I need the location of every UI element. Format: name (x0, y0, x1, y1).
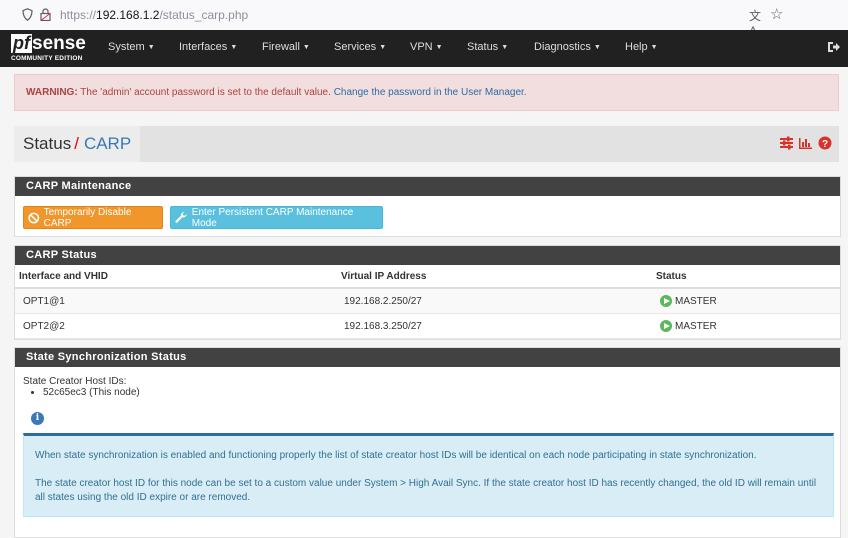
url-path: /status_carp.php (159, 8, 249, 22)
caret-down-icon: ▼ (435, 44, 443, 51)
info-paragraph-1: When state synchronization is enabled an… (35, 450, 757, 461)
pfsense-logo[interactable]: pf sense COMMUNITY EDITION (11, 34, 86, 62)
persistent-maintenance-label: Enter Persistent CARP Maintenance Mode (191, 206, 354, 229)
menu-status[interactable]: Status ▼ (467, 41, 508, 53)
breadcrumb-separator: / (74, 134, 79, 153)
breadcrumb-bar: Status / CARP ? (14, 126, 839, 162)
state-sync-title: State Synchronization Status (15, 348, 840, 367)
caret-down-icon: ▼ (230, 44, 238, 51)
table-row: OPT2@2 192.168.3.250/27 MASTER (15, 313, 840, 339)
sync-info-alert: When state synchronization is enabled an… (23, 433, 834, 517)
table-row: OPT1@1 192.168.2.250/27 MASTER (15, 288, 840, 314)
column-header-status: Status (652, 265, 840, 289)
status-badge: MASTER (675, 320, 717, 332)
url-host: 192.168.1.2 (96, 8, 160, 22)
play-circle-icon (660, 295, 672, 307)
caret-down-icon: ▼ (147, 44, 155, 51)
list-item: 52c65ec3 (This node) (43, 387, 140, 398)
host-ids-label: State Creator Host IDs: (23, 376, 127, 387)
sliders-icon[interactable] (780, 136, 793, 150)
cell-vip: 192.168.2.250/27 (337, 288, 652, 314)
change-password-link[interactable]: Change the password in the User Manager. (334, 87, 527, 98)
menu-firewall[interactable]: Firewall ▼ (262, 41, 310, 53)
logo-sense: sense (32, 33, 86, 54)
menu-help-label: Help (625, 41, 648, 53)
column-header-interface: Interface and VHID (15, 265, 337, 289)
carp-status-title: CARP Status (15, 246, 840, 265)
caret-down-icon: ▼ (302, 44, 310, 51)
bookmark-star-icon[interactable]: ☆ (770, 5, 783, 23)
logout-icon[interactable] (827, 40, 841, 54)
temporarily-disable-carp-button[interactable]: Temporarily Disable CARP (23, 206, 163, 229)
cell-status: MASTER (652, 313, 840, 339)
temporarily-disable-carp-label: Temporarily Disable CARP (43, 206, 132, 229)
carp-maintenance-panel: CARP Maintenance Temporarily Disable CAR… (14, 176, 841, 237)
logo-pf: pf (11, 33, 32, 53)
translate-icon[interactable]: 文A (749, 7, 765, 38)
cell-vip: 192.168.3.250/27 (337, 313, 652, 339)
play-circle-icon (660, 320, 672, 332)
url-prefix: https:// (60, 8, 97, 22)
breadcrumb-carp[interactable]: CARP (84, 134, 131, 154)
caret-down-icon: ▼ (379, 44, 387, 51)
warning-text: The 'admin' account password is set to t… (77, 87, 334, 98)
menu-vpn-label: VPN (410, 41, 433, 53)
info-paragraph-2: The state creator host ID for this node … (35, 478, 817, 503)
info-icon[interactable]: i (31, 412, 44, 425)
menu-diagnostics-label: Diagnostics (534, 41, 591, 53)
cell-interface: OPT1@1 (15, 288, 337, 314)
browser-urlbar: https://192.168.1.2/status_carp.php 文A ☆ (0, 0, 848, 38)
breadcrumb-status[interactable]: Status (23, 134, 71, 154)
menu-interfaces-label: Interfaces (179, 41, 228, 53)
table-header-row: Interface and VHID Virtual IP Address St… (15, 265, 840, 289)
svg-text:?: ? (822, 139, 828, 150)
wrench-icon (175, 211, 187, 223)
password-warning-alert: WARNING: The 'admin' account password is… (14, 74, 839, 111)
caret-down-icon: ▼ (593, 44, 601, 51)
url-field[interactable]: https://192.168.1.2/status_carp.php (60, 8, 248, 22)
host-id-list: 52c65ec3 (This node) (27, 387, 140, 398)
shield-icon[interactable] (22, 8, 33, 21)
persistent-maintenance-button[interactable]: Enter Persistent CARP Maintenance Mode (170, 206, 383, 229)
menu-diagnostics[interactable]: Diagnostics ▼ (534, 41, 601, 53)
menu-system[interactable]: System ▼ (108, 41, 155, 53)
caret-down-icon: ▼ (650, 44, 658, 51)
top-navbar: pf sense COMMUNITY EDITION System ▼ Interf… (0, 30, 848, 67)
carp-status-table: Interface and VHID Virtual IP Address St… (15, 265, 840, 339)
status-badge: MASTER (675, 295, 717, 307)
state-sync-panel: State Synchronization Status State Creat… (14, 347, 841, 538)
ban-icon (28, 212, 40, 223)
help-question-icon[interactable]: ? (818, 136, 832, 150)
cell-interface: OPT2@2 (15, 313, 337, 339)
warning-label: WARNING: (26, 87, 78, 98)
menu-status-label: Status (467, 41, 499, 53)
column-header-vip: Virtual IP Address (337, 265, 652, 289)
breadcrumb: Status / CARP (14, 126, 141, 162)
menu-services[interactable]: Services ▼ (334, 41, 386, 53)
logo-edition: COMMUNITY EDITION (11, 55, 83, 62)
carp-maintenance-title: CARP Maintenance (15, 177, 840, 196)
caret-down-icon: ▼ (501, 44, 509, 51)
menu-system-label: System (108, 41, 145, 53)
menu-vpn[interactable]: VPN ▼ (410, 41, 443, 53)
cell-status: MASTER (652, 288, 840, 314)
menu-help[interactable]: Help ▼ (625, 41, 658, 53)
carp-status-panel: CARP Status Interface and VHID Virtual I… (14, 245, 841, 340)
menu-services-label: Services (334, 41, 377, 53)
menu-interfaces[interactable]: Interfaces ▼ (179, 41, 237, 53)
lock-icon[interactable] (40, 8, 51, 21)
bar-chart-icon[interactable] (799, 136, 812, 150)
menu-firewall-label: Firewall (262, 41, 300, 53)
